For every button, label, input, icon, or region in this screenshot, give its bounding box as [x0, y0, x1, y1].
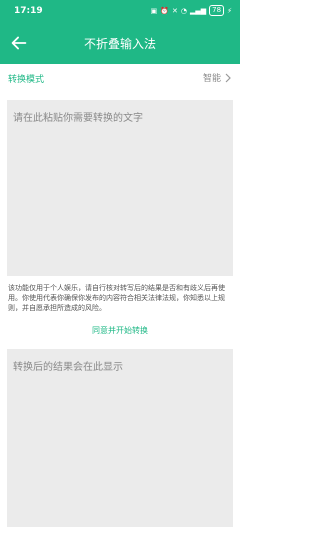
- wifi-icon: ◔: [180, 6, 187, 15]
- conversion-mode-selector[interactable]: 智能: [203, 71, 232, 84]
- disclaimer-text: 该功能仅用于个人娱乐，请自行核对转写后的结果是否和有歧义后再使用。你使用代表你确…: [8, 284, 225, 312]
- alarm-icon: ⏰: [160, 6, 170, 15]
- conversion-mode-label: 转换模式: [8, 75, 45, 85]
- status-icons: ▣ ⏰ ✕ ◔ ▂▄▆ 78 ⚡: [151, 5, 232, 16]
- input-text-area[interactable]: 请在此粘贴你需要转换的文字: [7, 100, 233, 276]
- signal-icon: ▂▄▆: [190, 6, 207, 15]
- battery-icon: 78: [209, 5, 225, 16]
- chevron-right-icon: [225, 73, 231, 82]
- agree-and-convert-button[interactable]: 同意并开始转换: [0, 325, 240, 336]
- mute-icon: ✕: [172, 6, 178, 15]
- status-bar: 17:19 ▣ ⏰ ✕ ◔ ▂▄▆ 78 ⚡: [0, 0, 240, 24]
- conversion-mode-row[interactable]: 转换模式 智能: [0, 64, 240, 92]
- output-placeholder: 转换后的结果会在此显示: [13, 362, 123, 373]
- charging-icon: ⚡: [227, 6, 232, 15]
- input-placeholder: 请在此粘贴你需要转换的文字: [13, 113, 143, 124]
- conversion-mode-value: 智能: [202, 74, 221, 84]
- notification-icon: ▣: [150, 6, 158, 15]
- status-time: 17:19: [14, 6, 43, 16]
- page-title: 不折叠输入法: [83, 37, 156, 51]
- output-text-area[interactable]: 转换后的结果会在此显示: [7, 349, 233, 527]
- app-bar: 不折叠输入法: [0, 24, 240, 64]
